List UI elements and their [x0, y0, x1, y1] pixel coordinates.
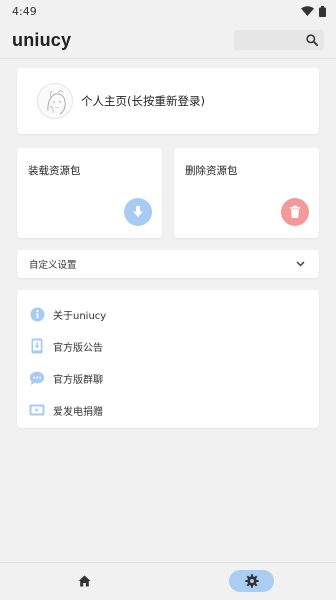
link-donate[interactable]: 爱发电捐赠 [17, 394, 319, 426]
link-group-chat[interactable]: 官方版群聊 [17, 362, 319, 394]
search-input[interactable] [234, 30, 324, 50]
nav-home[interactable] [66, 570, 102, 592]
avatar-sketch-icon [47, 90, 66, 115]
app-title: uniucy [12, 29, 72, 50]
chevron-down-icon [296, 261, 305, 267]
delete-pack-card[interactable]: 删除资源包 [174, 148, 319, 238]
status-bar: 4:49 [0, 0, 336, 22]
home-icon [78, 575, 90, 587]
bottom-nav [0, 562, 336, 600]
settings-icon [244, 574, 259, 588]
link-group-chat-label: 官方版群聊 [53, 374, 103, 386]
delete-pack-label: 删除资源包 [185, 165, 238, 177]
link-announcement-label: 官方版公告 [53, 342, 103, 354]
status-icons [301, 5, 326, 17]
battery-icon [319, 5, 326, 17]
load-pack-card[interactable]: 装载资源包 [17, 148, 162, 238]
video-card-icon [29, 402, 45, 418]
link-about-label: 关于uniucy [53, 310, 107, 322]
phone-download-icon [29, 338, 45, 354]
wifi-icon [301, 6, 314, 16]
info-icon [29, 306, 45, 322]
links-card: 关于uniucy 官方版公告 官方版群聊 爱发电捐赠 [17, 290, 319, 428]
link-about[interactable]: 关于uniucy [17, 298, 319, 330]
custom-settings-row[interactable]: 自定义设置 [17, 250, 319, 278]
delete-pack-button[interactable] [281, 198, 309, 226]
load-pack-button[interactable] [124, 198, 152, 226]
profile-label: 个人主页(长按重新登录) [81, 94, 205, 108]
avatar [37, 83, 73, 119]
custom-settings-label: 自定义设置 [29, 260, 77, 271]
load-pack-label: 装载资源包 [28, 165, 81, 177]
search-icon [306, 34, 318, 46]
status-time: 4:49 [12, 4, 37, 18]
download-arrow-icon [133, 206, 143, 217]
trash-icon [290, 205, 300, 218]
nav-settings[interactable] [229, 570, 274, 592]
link-announcement[interactable]: 官方版公告 [17, 330, 319, 362]
app-bar-divider [0, 58, 336, 59]
link-donate-label: 爱发电捐赠 [53, 406, 103, 418]
profile-card[interactable]: 个人主页(长按重新登录) [17, 68, 319, 134]
chat-bubble-icon [29, 370, 45, 386]
app-bar: uniucy [0, 22, 336, 58]
